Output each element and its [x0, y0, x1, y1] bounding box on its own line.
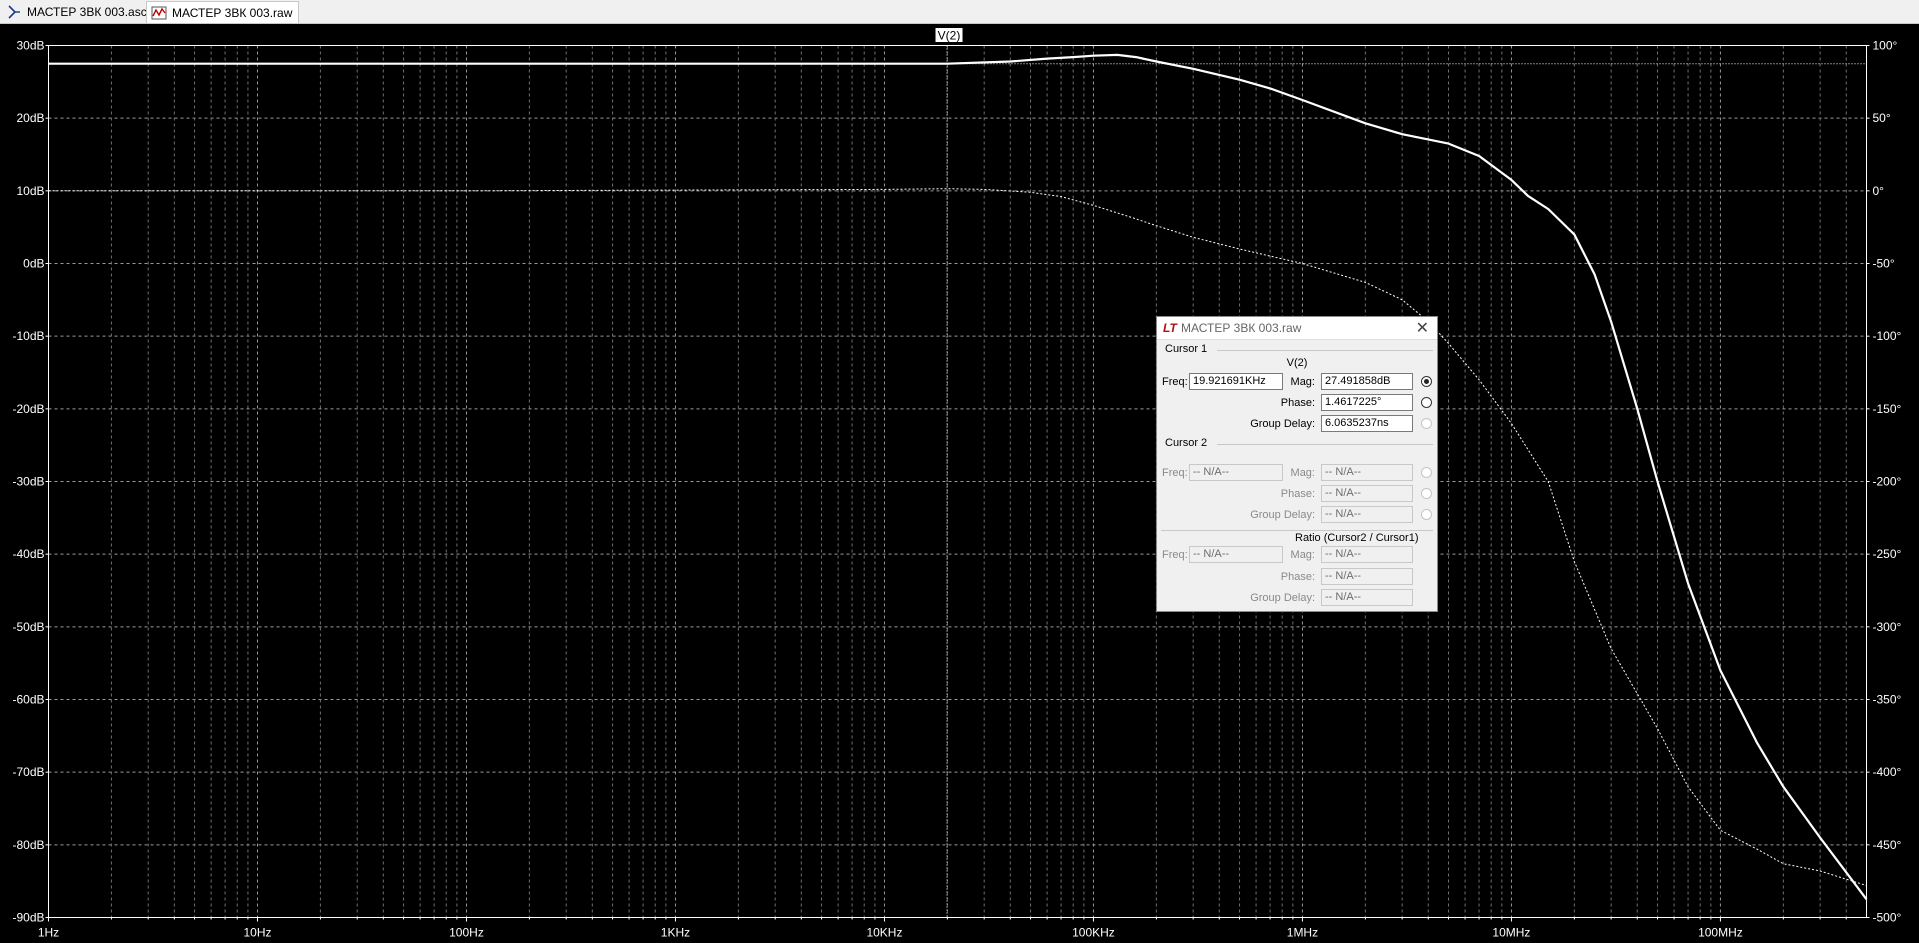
- cursor2-freq-label: Freq:: [1162, 467, 1188, 479]
- y-left-tick-label: 20dB: [16, 111, 44, 125]
- x-tick-label: 100MHz: [1698, 926, 1743, 940]
- y-left-tick-label: -60dB: [12, 693, 44, 707]
- y-left-tick-label: -30dB: [12, 475, 44, 489]
- cursor1-phase-radio[interactable]: [1421, 397, 1432, 408]
- y-left-tick-label: -70dB: [12, 765, 44, 779]
- y-left-tick-label: -20dB: [12, 402, 44, 416]
- y-right-tick-label: -150°: [1873, 402, 1902, 416]
- cursor2-gd-field[interactable]: -- N/A--: [1321, 506, 1413, 523]
- x-tick-label: 10Hz: [243, 926, 271, 940]
- ratio-group-label: Ratio (Cursor2 / Cursor1): [1295, 532, 1419, 544]
- ratio-freq-label: Freq:: [1162, 549, 1188, 561]
- y-right-tick-label: -500°: [1873, 911, 1902, 925]
- cursor1-trace-name: V(2): [1286, 357, 1308, 369]
- x-axis-ticks: 1Hz 10Hz 100Hz 1KHz 10KHz 100KHz 1MHz 10MHz 100M…: [38, 917, 1847, 940]
- cursor2-mag-field[interactable]: -- N/A--: [1321, 464, 1413, 481]
- y-right-tick-label: -100°: [1873, 329, 1902, 343]
- group-divider: [1161, 530, 1433, 531]
- y-right-tick-label: -350°: [1873, 693, 1902, 707]
- ratio-mag-field[interactable]: -- N/A--: [1321, 546, 1413, 563]
- cursor2-mag-label: Mag:: [1290, 467, 1315, 479]
- y-right-tick-label: 0°: [1873, 184, 1885, 198]
- y-left-tick-label: 10dB: [16, 184, 44, 198]
- lt-logo-icon: LT: [1163, 321, 1177, 335]
- waveform-icon: [151, 6, 167, 19]
- y-left-tick-label: -40dB: [12, 547, 44, 561]
- ratio-gd-field[interactable]: -- N/A--: [1321, 589, 1413, 606]
- cursor1-freq-label: Freq:: [1162, 376, 1188, 388]
- trace-label[interactable]: V(2): [938, 29, 961, 43]
- bode-plot[interactable]: 1Hz 10Hz 100Hz 1KHz 10KHz 100KHz 1MHz 10MHz 100M…: [0, 24, 1919, 943]
- schematic-icon: [8, 5, 20, 19]
- y-right-tick-label: 50°: [1873, 111, 1891, 125]
- ratio-freq-field[interactable]: -- N/A--: [1189, 546, 1283, 563]
- ratio-gd-label: Group Delay:: [1250, 592, 1315, 604]
- ratio-phase-field[interactable]: -- N/A--: [1321, 568, 1413, 585]
- cursor2-mag-radio[interactable]: [1421, 467, 1432, 478]
- cursor-dialog[interactable]: LT МАСТЕР 3ВК 003.raw ✕ Cursor 1 V(2) Fr…: [1156, 316, 1438, 612]
- cursor1-group-label: Cursor 1: [1165, 343, 1208, 355]
- y-right-tick-label: -50°: [1873, 257, 1895, 271]
- y-left-tick-label: 30dB: [16, 39, 44, 53]
- x-tick-label: 1Hz: [38, 926, 59, 940]
- cursor1-gd-field[interactable]: 6.0635237ns: [1321, 415, 1413, 432]
- dialog-title: МАСТЕР 3ВК 003.raw: [1181, 321, 1302, 335]
- y-left-tick-label: 0dB: [23, 257, 44, 271]
- dialog-titlebar[interactable]: LT МАСТЕР 3ВК 003.raw ✕: [1157, 317, 1437, 340]
- cursor2-phase-radio[interactable]: [1421, 488, 1432, 499]
- cursor1-gd-radio[interactable]: [1421, 418, 1432, 429]
- tab-waveform[interactable]: МАСТЕР 3ВК 003.raw: [146, 1, 300, 23]
- tab-label: МАСТЕР 3ВК 003.asc: [27, 5, 147, 19]
- cursor2-phase-field[interactable]: -- N/A--: [1321, 485, 1413, 502]
- y-left-tick-label: -10dB: [12, 329, 44, 343]
- cursor1-freq-field[interactable]: 19.921691KHz: [1189, 373, 1283, 390]
- y-left-tick-label: -50dB: [12, 620, 44, 634]
- tab-bar: МАСТЕР 3ВК 003.asc МАСТЕР 3ВК 003.raw: [0, 0, 1919, 24]
- y-left-axis-ticks: 30dB 20dB 10dB 0dB -10dB -20dB -30dB -40dB -50dB…: [12, 39, 49, 925]
- cursor2-gd-label: Group Delay:: [1250, 509, 1315, 521]
- y-right-tick-label: 100°: [1873, 39, 1898, 53]
- x-tick-label: 100Hz: [449, 926, 484, 940]
- y-right-tick-label: -450°: [1873, 838, 1902, 852]
- group-divider: [1217, 350, 1433, 351]
- y-right-axis-ticks: 100° 50° 0° -50° -100° -150° -200° -250° -300° -3…: [1866, 39, 1902, 925]
- cursor1-phase-field[interactable]: 1.4617225°: [1321, 394, 1413, 411]
- y-right-tick-label: -400°: [1873, 765, 1902, 779]
- cursor2-gd-radio[interactable]: [1421, 509, 1432, 520]
- cursor2-phase-label: Phase:: [1280, 488, 1315, 500]
- y-right-tick-label: -300°: [1873, 620, 1902, 634]
- cursor1-gd-label: Group Delay:: [1250, 418, 1315, 430]
- x-tick-label: 100KHz: [1072, 926, 1115, 940]
- tab-label: МАСТЕР 3ВК 003.raw: [172, 5, 293, 20]
- group-divider: [1217, 444, 1433, 445]
- x-tick-label: 1KHz: [661, 926, 690, 940]
- phase-trace: [48, 188, 1867, 886]
- cursor1-phase-label: Phase:: [1280, 397, 1315, 409]
- plot-grid: [48, 45, 1867, 918]
- ratio-phase-label: Phase:: [1280, 571, 1315, 583]
- cursor2-group-label: Cursor 2: [1165, 437, 1208, 449]
- cursor2-freq-field[interactable]: -- N/A--: [1189, 464, 1283, 481]
- close-icon[interactable]: ✕: [1416, 318, 1429, 338]
- y-right-tick-label: -250°: [1873, 547, 1902, 561]
- x-tick-label: 10KHz: [866, 926, 902, 940]
- y-left-tick-label: -80dB: [12, 838, 44, 852]
- cursor1-mag-radio[interactable]: [1421, 376, 1432, 387]
- x-tick-label: 1MHz: [1287, 926, 1318, 940]
- cursor1-mag-label: Mag:: [1290, 376, 1315, 388]
- cursor1-mag-field[interactable]: 27.491858dB: [1321, 373, 1413, 390]
- tab-schematic[interactable]: МАСТЕР 3ВК 003.asc: [2, 1, 153, 23]
- y-left-tick-label: -90dB: [12, 911, 44, 925]
- x-tick-label: 10MHz: [1492, 926, 1530, 940]
- ratio-mag-label: Mag:: [1290, 549, 1315, 561]
- y-right-tick-label: -200°: [1873, 475, 1902, 489]
